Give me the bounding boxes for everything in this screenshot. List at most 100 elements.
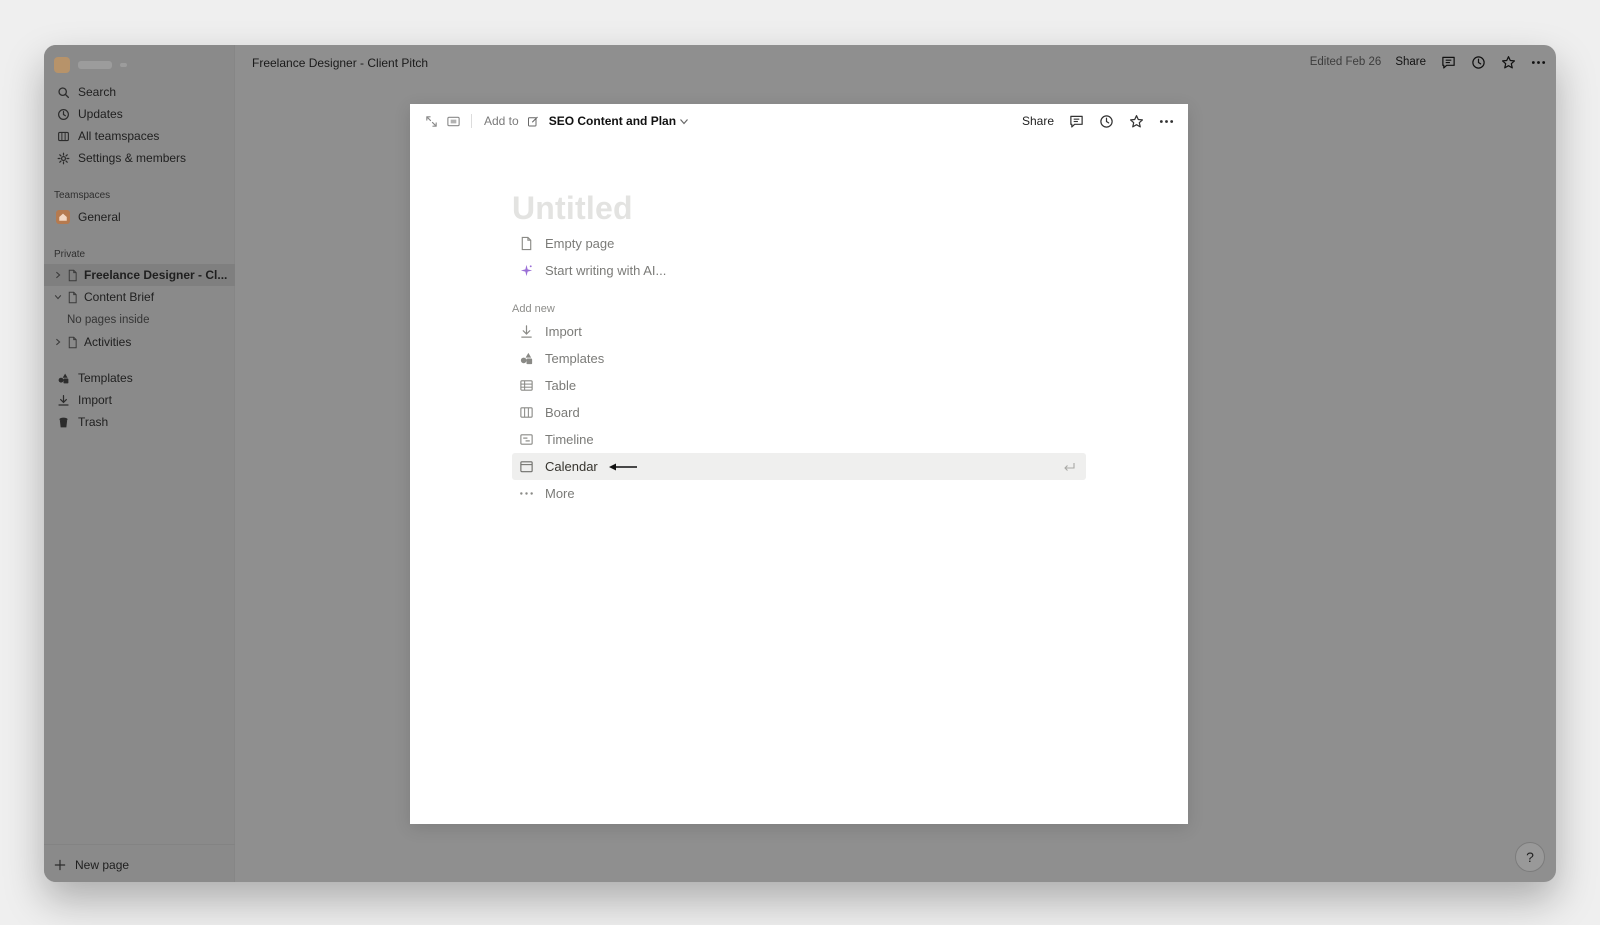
sidebar-item-label: Trash <box>78 415 109 429</box>
sidebar-item-label: Templates <box>78 371 133 385</box>
star-icon[interactable] <box>1128 113 1144 129</box>
sidebar-item-settings[interactable]: Settings & members <box>44 147 235 169</box>
chevron-down-icon[interactable] <box>53 293 63 301</box>
templates-icon <box>56 371 70 385</box>
share-button[interactable]: Share <box>1395 56 1426 68</box>
title-placeholder[interactable]: Untitled <box>512 190 1086 230</box>
modal-share-button[interactable]: Share <box>1022 114 1054 128</box>
sidebar-divider <box>44 844 235 845</box>
add-new-import[interactable]: Import <box>512 318 1086 345</box>
general-teamspace-icon-wrap <box>56 210 70 224</box>
plus-icon <box>54 859 66 871</box>
add-new-more[interactable]: More <box>512 480 1086 507</box>
header-divider <box>471 114 472 128</box>
import-icon <box>518 324 534 340</box>
ai-sparkle-icon <box>518 263 534 279</box>
templates-icon <box>518 351 534 367</box>
workspace-avatar <box>54 57 70 73</box>
add-new-heading: Add new <box>512 303 555 315</box>
edit-page-icon <box>527 115 539 127</box>
option-empty-page[interactable]: Empty page <box>512 230 1086 257</box>
add-new-timeline[interactable]: Timeline <box>512 426 1086 453</box>
more-dots-icon[interactable] <box>1158 113 1174 129</box>
sidebar-page-label: Content Brief <box>84 290 155 304</box>
modal-header: Add to SEO Content and Plan Share <box>410 104 1188 138</box>
sidebar-item-label: All teamspaces <box>78 129 160 143</box>
expand-icon[interactable] <box>423 113 439 129</box>
add-new-table[interactable]: Table <box>512 372 1086 399</box>
chevron-down-icon[interactable] <box>679 113 689 129</box>
search-icon <box>56 85 70 99</box>
sidebar-item-label: General <box>78 210 121 224</box>
add-new-calendar[interactable]: Calendar <box>512 453 1086 480</box>
annotation-arrow-icon <box>608 462 638 472</box>
comment-icon[interactable] <box>1440 54 1456 70</box>
add-new-board[interactable]: Board <box>512 399 1086 426</box>
peek-mode-icon[interactable] <box>445 113 461 129</box>
sidebar-item-label: Updates <box>78 107 123 121</box>
comment-icon[interactable] <box>1068 113 1084 129</box>
sidebar-item-label: Settings & members <box>78 151 187 165</box>
sidebar-item-all-teamspaces[interactable]: All teamspaces <box>44 125 235 147</box>
edited-timestamp: Edited Feb 26 <box>1309 56 1382 68</box>
page-title-breadcrumb[interactable]: Freelance Designer - Client Pitch <box>252 56 428 70</box>
target-page-selector[interactable]: SEO Content and Plan <box>549 114 676 128</box>
page-icon <box>65 290 79 304</box>
page-body: Untitled Empty page Start writing with A… <box>512 190 1086 507</box>
option-label: Templates <box>545 351 605 366</box>
page-icon <box>518 236 534 252</box>
timeline-icon <box>518 432 534 448</box>
teamspaces-heading: Teamspaces <box>54 190 111 201</box>
page-icon <box>65 268 79 282</box>
sidebar-item-label: Search <box>78 85 117 99</box>
workspace-name-placeholder <box>78 61 112 69</box>
star-icon[interactable] <box>1500 54 1516 70</box>
sidebar-item-templates[interactable]: Templates <box>44 367 235 389</box>
import-icon <box>56 393 70 407</box>
more-dots-icon <box>518 486 534 502</box>
more-dots-icon[interactable] <box>1530 54 1546 70</box>
sidebar-page-activities[interactable]: Activities <box>44 331 235 353</box>
enter-key-icon <box>1064 463 1075 471</box>
option-label: Calendar <box>545 459 598 474</box>
chevron-down-icon <box>120 63 127 67</box>
workspace-switcher[interactable] <box>54 55 127 75</box>
chevron-right-icon[interactable] <box>53 271 63 279</box>
board-icon <box>518 405 534 421</box>
private-heading: Private <box>54 249 86 260</box>
sidebar-page-label: Freelance Designer - Cl... <box>84 268 228 282</box>
option-label: Board <box>545 405 580 420</box>
history-clock-icon[interactable] <box>1470 54 1486 70</box>
sidebar-page-freelance-designer[interactable]: Freelance Designer - Cl... <box>44 264 235 286</box>
add-new-templates[interactable]: Templates <box>512 345 1086 372</box>
option-label: More <box>545 486 575 501</box>
sidebar-item-general[interactable]: General <box>44 206 235 228</box>
trash-icon <box>56 415 70 429</box>
sidebar-item-trash[interactable]: Trash <box>44 411 235 433</box>
topbar-actions: Edited Feb 26 Share <box>1310 53 1546 71</box>
sidebar-item-label: Import <box>78 393 113 407</box>
new-page-button[interactable]: New page <box>54 858 129 872</box>
sidebar-item-import[interactable]: Import <box>44 389 235 411</box>
no-pages-inside-text: No pages inside <box>67 314 150 326</box>
sidebar-item-search[interactable]: Search <box>44 81 235 103</box>
option-start-writing-ai[interactable]: Start writing with AI... <box>512 257 1086 284</box>
option-label: Empty page <box>545 236 615 251</box>
sidebar: Search Updates All teamspaces Settings &… <box>44 45 235 882</box>
chevron-right-icon[interactable] <box>53 338 63 346</box>
page-icon <box>65 335 79 349</box>
history-clock-icon[interactable] <box>1098 113 1114 129</box>
option-label: Start writing with AI... <box>545 263 667 278</box>
calendar-icon <box>518 459 534 475</box>
clock-icon <box>56 107 70 121</box>
option-label: Table <box>545 378 577 393</box>
option-label: Import <box>545 324 582 339</box>
teamspaces-icon <box>56 129 70 143</box>
home-icon <box>56 210 70 224</box>
sidebar-page-label: Activities <box>84 335 132 349</box>
sidebar-item-updates[interactable]: Updates <box>44 103 235 125</box>
new-page-label: New page <box>75 858 130 872</box>
sidebar-page-content-brief[interactable]: Content Brief <box>44 286 235 308</box>
help-button[interactable]: ? <box>1515 842 1545 872</box>
new-page-modal: Add to SEO Content and Plan Share Untitl… <box>410 104 1188 824</box>
